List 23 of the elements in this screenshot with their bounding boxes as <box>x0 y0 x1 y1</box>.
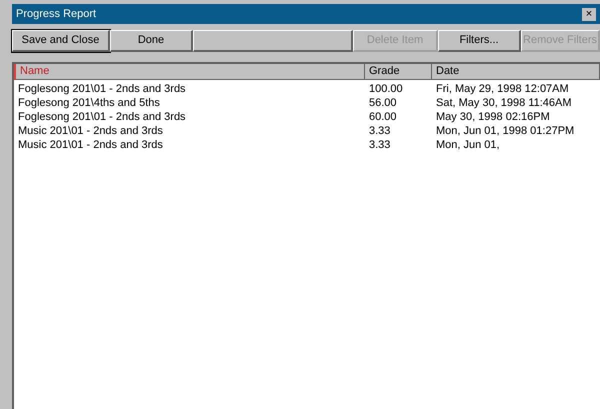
table-cell-text: Foglesong 201\01 - 2nds and 3rds <box>17 82 187 97</box>
table-cell-text: 56.00 <box>368 96 398 111</box>
toolbar-button[interactable] <box>193 30 353 52</box>
table-cell-text: 3.33 <box>368 138 392 153</box>
table-cell-text: Mon, Jun 01, 1998 01:27PM <box>435 124 576 139</box>
table-cell-text: Music 201\01 - 2nds and 3rds <box>17 124 164 139</box>
toolbar-button[interactable]: Save and Close <box>12 30 110 52</box>
toolbar-button[interactable]: Filters... <box>438 30 521 52</box>
table-cell-text: Foglesong 201\01 - 2nds and 3rds <box>17 110 187 125</box>
toolbar-button[interactable]: Done <box>110 30 193 52</box>
table-cell-text: Mon, Jun 01, <box>435 138 501 153</box>
table-cell-text: 60.00 <box>368 110 398 125</box>
table-cell-text: Sat, May 30, 1998 11:46AM <box>435 96 573 111</box>
table-cell-text: May 30, 1998 02:16PM <box>435 110 551 125</box>
table-cell-text: 3.33 <box>368 124 392 139</box>
table-cell-text: Foglesong 201\4ths and 5ths <box>17 96 161 111</box>
table-cell-text: 100.00 <box>368 82 404 97</box>
table-cell-text: Fri, May 29, 1998 12:07AM <box>435 82 570 97</box>
column-header[interactable]: Grade <box>365 64 432 80</box>
close-button[interactable]: × <box>582 8 596 20</box>
table-cell-text: Music 201\01 - 2nds and 3rds <box>17 138 164 153</box>
column-header[interactable]: Date <box>432 64 600 80</box>
window-title: Progress Report <box>16 6 96 22</box>
